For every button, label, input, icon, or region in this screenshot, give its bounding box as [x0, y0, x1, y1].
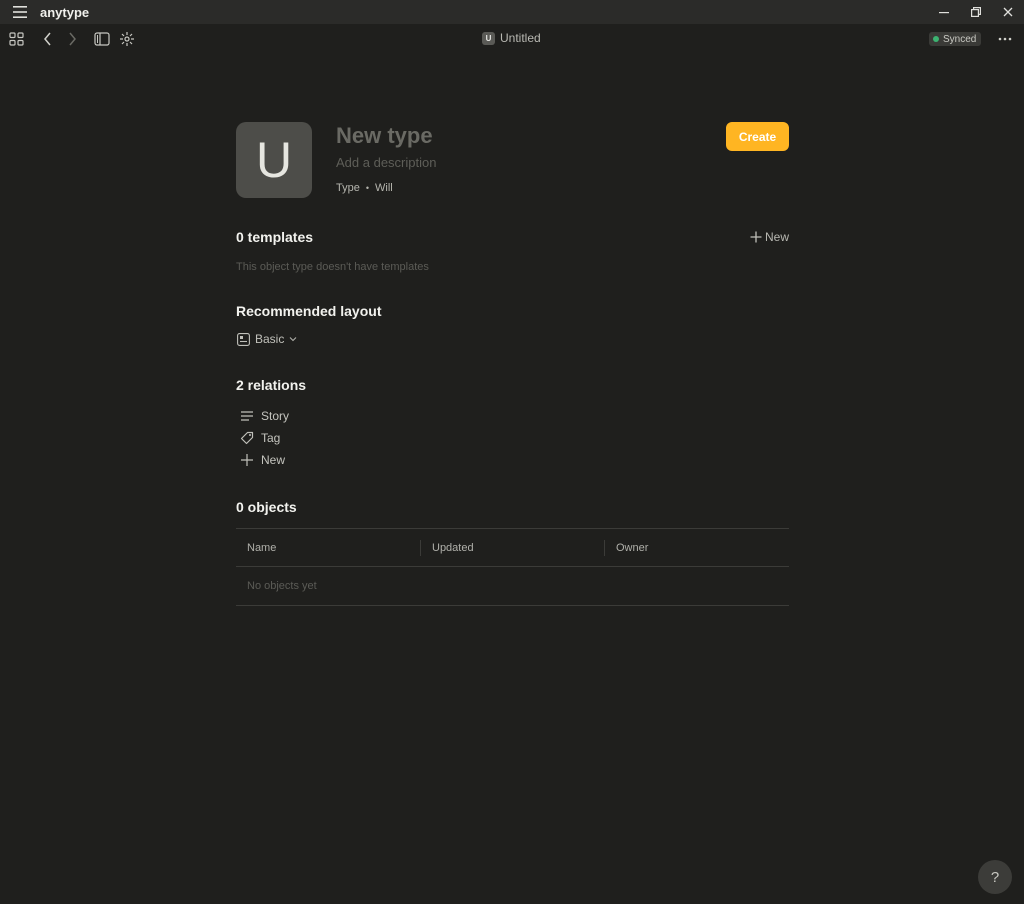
more-options-icon[interactable] — [994, 29, 1016, 49]
relation-item-tag[interactable]: Tag — [240, 431, 280, 445]
toolbar: U Untitled Synced — [0, 24, 1024, 54]
column-header-name[interactable]: Name — [236, 540, 420, 556]
type-description-field[interactable]: Add a description — [336, 155, 436, 170]
layout-select[interactable]: Basic — [237, 332, 297, 346]
breadcrumb[interactable]: U Untitled — [482, 31, 541, 45]
plus-icon — [241, 454, 253, 466]
sidebar-toggle-icon[interactable] — [92, 29, 112, 49]
templates-title: 0 templates — [236, 229, 314, 245]
templates-empty-text: This object type doesn't have templates — [236, 261, 429, 273]
type-icon[interactable]: U — [236, 122, 312, 198]
title-bar: anytype — [0, 0, 1024, 24]
tag-icon — [240, 431, 254, 445]
objects-table: Name Updated Owner No objects yet — [236, 528, 789, 606]
widgets-grid-icon[interactable] — [7, 29, 27, 49]
app-name: anytype — [40, 4, 90, 20]
layout-title: Recommended layout — [236, 303, 382, 319]
new-relation-label: New — [261, 453, 286, 467]
graph-icon[interactable] — [117, 29, 137, 49]
minimize-icon[interactable] — [928, 0, 960, 24]
new-template-button[interactable]: New — [750, 230, 789, 244]
layout-basic-icon — [237, 332, 250, 346]
hamburger-menu-icon[interactable] — [0, 0, 40, 24]
sync-status-label: Synced — [943, 33, 977, 45]
plus-icon — [750, 231, 762, 243]
relations-title: 2 relations — [236, 377, 307, 393]
lines-icon — [241, 411, 253, 421]
create-button[interactable]: Create — [726, 122, 789, 151]
column-header-owner[interactable]: Owner — [604, 539, 789, 556]
type-meta: Type • Will — [336, 182, 393, 194]
page-title: Untitled — [500, 31, 541, 45]
relation-label: Story — [261, 409, 290, 423]
column-header-updated[interactable]: Updated — [420, 539, 604, 556]
restore-icon[interactable] — [960, 0, 992, 24]
meta-separator: • — [365, 183, 370, 193]
type-name-field[interactable]: New type — [336, 123, 433, 149]
sync-status-badge[interactable]: Synced — [929, 32, 982, 46]
objects-empty-text: No objects yet — [247, 580, 317, 592]
back-arrow-icon[interactable] — [38, 29, 58, 49]
page-letter-icon: U — [482, 31, 495, 45]
table-header-row: Name Updated Owner — [236, 528, 789, 567]
forward-arrow-icon[interactable] — [62, 29, 82, 49]
type-kind-label: Type — [336, 182, 360, 194]
type-author-label[interactable]: Will — [375, 182, 393, 194]
chevron-down-icon — [289, 337, 297, 342]
help-button[interactable]: ? — [978, 860, 1012, 894]
layout-value: Basic — [255, 332, 285, 346]
relation-item-story[interactable]: Story — [240, 409, 289, 423]
new-template-label: New — [765, 230, 790, 244]
relation-label: Tag — [261, 431, 281, 445]
close-icon[interactable] — [992, 0, 1024, 24]
table-empty-row: No objects yet — [236, 567, 789, 606]
window-controls — [928, 0, 1024, 24]
new-relation-button[interactable]: New — [240, 453, 285, 467]
objects-title: 0 objects — [236, 499, 297, 515]
sync-dot-icon — [933, 36, 939, 42]
